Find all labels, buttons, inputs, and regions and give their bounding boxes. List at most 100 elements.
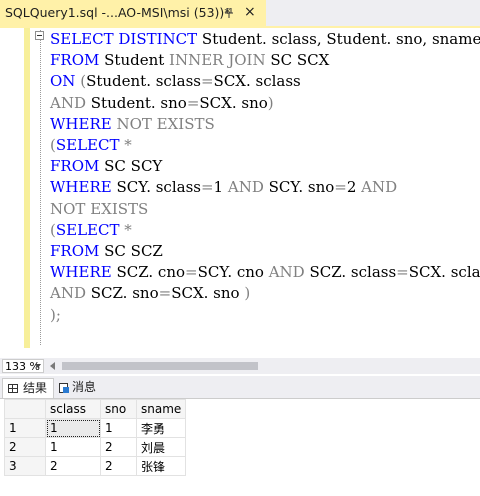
code-token: 2 — [346, 178, 362, 197]
code-line: NOT EXISTS — [50, 199, 148, 219]
document-tab-bar: SQLQuery1.sql -...AO-MSI\msi (53))* × — [0, 0, 480, 28]
table-cell[interactable]: 1 — [100, 418, 137, 438]
collapse-icon[interactable] — [35, 31, 44, 40]
code-token: WHERE — [50, 114, 117, 133]
column-header-sclass[interactable]: sclass — [45, 399, 101, 419]
code-line: FROM SC SCY — [50, 156, 162, 176]
pin-icon[interactable] — [224, 8, 234, 18]
tab-results-label: 结果 — [23, 381, 48, 395]
chevron-down-icon — [35, 364, 41, 368]
code-token: FROM — [50, 242, 105, 260]
code-token: AND — [50, 93, 91, 112]
change-tracking-margin — [24, 28, 30, 348]
code-token: Student. sclass — [86, 72, 201, 91]
code-line: FROM SC SCZ — [50, 241, 163, 261]
code-token: SC SCY — [104, 157, 163, 176]
table-cell[interactable]: 1 — [45, 418, 101, 438]
code-line: (SELECT * — [50, 135, 132, 155]
zoom-select[interactable]: 133 % — [2, 359, 44, 373]
column-header-sname[interactable]: sname — [135, 399, 187, 419]
close-icon[interactable]: × — [244, 4, 256, 20]
code-token: SCZ. cno — [116, 263, 186, 282]
code-token: = — [185, 263, 198, 282]
code-line: WHERE SCY. sclass=1 AND SCY. sno=2 AND — [50, 177, 397, 197]
code-token: SELECT — [55, 136, 125, 154]
code-line: WHERE NOT EXISTS — [50, 114, 215, 134]
table-row[interactable]: 1 1 1 李勇 — [4, 418, 187, 438]
code-token: Student. sno — [90, 93, 187, 112]
code-line: WHERE SCZ. cno=SCY. cno AND SCZ. sclass=… — [50, 262, 480, 282]
code-token: NOT EXISTS — [50, 199, 149, 218]
grid-icon — [8, 384, 18, 393]
code-token: SC SCZ — [104, 242, 163, 260]
code-token: = — [334, 178, 347, 197]
code-token: SC SCX — [270, 51, 330, 70]
row-number[interactable]: 2 — [4, 437, 46, 457]
column-header-sno[interactable]: sno — [100, 399, 137, 419]
results-table: sclass sno sname 1 1 1 李勇 2 1 2 刘晨 3 2 2 — [4, 399, 187, 476]
table-row[interactable]: 2 1 2 刘晨 — [4, 437, 187, 457]
code-token: ) — [267, 93, 274, 112]
code-token: = — [186, 93, 200, 112]
code-token: SCY. sno — [268, 178, 335, 197]
code-token: = — [200, 178, 214, 197]
code-token: Student. sclass, Student. sno, sname — [201, 30, 480, 48]
code-token: * — [124, 136, 132, 154]
code-line: ON (Student. sclass=SCX. sclass — [50, 71, 301, 91]
scroll-left-icon[interactable] — [50, 362, 55, 370]
code-token: SCX. sclass — [213, 72, 301, 91]
code-token: AND — [50, 284, 91, 303]
code-token: = — [200, 72, 214, 91]
table-cell[interactable]: 李勇 — [135, 418, 187, 438]
tab-messages-label: 消息 — [72, 380, 97, 394]
row-number[interactable]: 1 — [4, 418, 46, 438]
code-line: AND SCZ. sno=SCX. sno ) — [50, 283, 250, 303]
row-number[interactable]: 3 — [4, 456, 46, 476]
table-cell[interactable]: 张锋 — [135, 456, 187, 476]
code-token: NOT EXISTS — [116, 114, 215, 133]
header-row: sclass sno sname — [4, 399, 187, 419]
tab-messages[interactable]: 消息 — [56, 378, 108, 397]
code-line: AND Student. sno=SCX. sno) — [50, 93, 274, 113]
tab-results[interactable]: 结果 — [2, 378, 54, 398]
table-cell[interactable]: 1 — [45, 437, 101, 457]
code-token: AND — [227, 178, 269, 197]
table-cell[interactable]: 2 — [100, 456, 137, 476]
table-cell[interactable]: 刘晨 — [135, 437, 187, 457]
code-line: (SELECT * — [50, 220, 132, 240]
code-token: * — [124, 220, 132, 239]
results-tab-bar: 结果 消息 — [0, 376, 480, 399]
table-cell[interactable]: 2 — [45, 456, 101, 476]
code-token: FROM — [50, 157, 105, 176]
code-token: SCZ. sno — [90, 284, 159, 303]
code-token: ) — [244, 284, 251, 303]
code-token: FROM — [50, 51, 105, 70]
code-token: = — [396, 263, 409, 282]
code-token: 1 — [213, 178, 228, 197]
code-token: WHERE — [50, 263, 117, 282]
horizontal-scrollbar-thumb[interactable] — [62, 362, 258, 370]
code-token: SCX. sclass — [408, 263, 480, 282]
code-token: AND — [361, 178, 398, 197]
outline-guide — [40, 30, 42, 345]
code-line: SELECT DISTINCT Student. sclass, Student… — [50, 29, 480, 49]
table-cell[interactable]: 2 — [100, 437, 137, 457]
code-token: SCY. sclass — [116, 178, 201, 197]
code-line: FROM Student INNER JOIN SC SCX — [50, 50, 329, 70]
code-token: = — [158, 284, 172, 303]
code-token: SCX. sno — [199, 93, 268, 112]
code-token: ); — [50, 305, 61, 324]
results-grid[interactable]: sclass sno sname 1 1 1 李勇 2 1 2 刘晨 3 2 2 — [0, 399, 480, 496]
code-token: SCX. sno — [171, 284, 245, 303]
query-tab[interactable]: SQLQuery1.sql -...AO-MSI\msi (53))* × — [0, 0, 266, 26]
sql-editor[interactable]: SELECT DISTINCT Student. sclass, Student… — [0, 28, 480, 356]
code-token: Student — [104, 51, 170, 70]
query-tab-title: SQLQuery1.sql -...AO-MSI\msi (53))* — [5, 5, 231, 20]
code-token: SELECT DISTINCT — [50, 30, 202, 48]
code-token: AND — [268, 263, 310, 282]
row-header-corner[interactable] — [4, 399, 46, 419]
code-token: ON — [50, 72, 81, 91]
code-token: SCY. cno — [197, 263, 269, 282]
table-row[interactable]: 3 2 2 张锋 — [4, 456, 187, 476]
code-token: INNER JOIN — [169, 51, 271, 70]
